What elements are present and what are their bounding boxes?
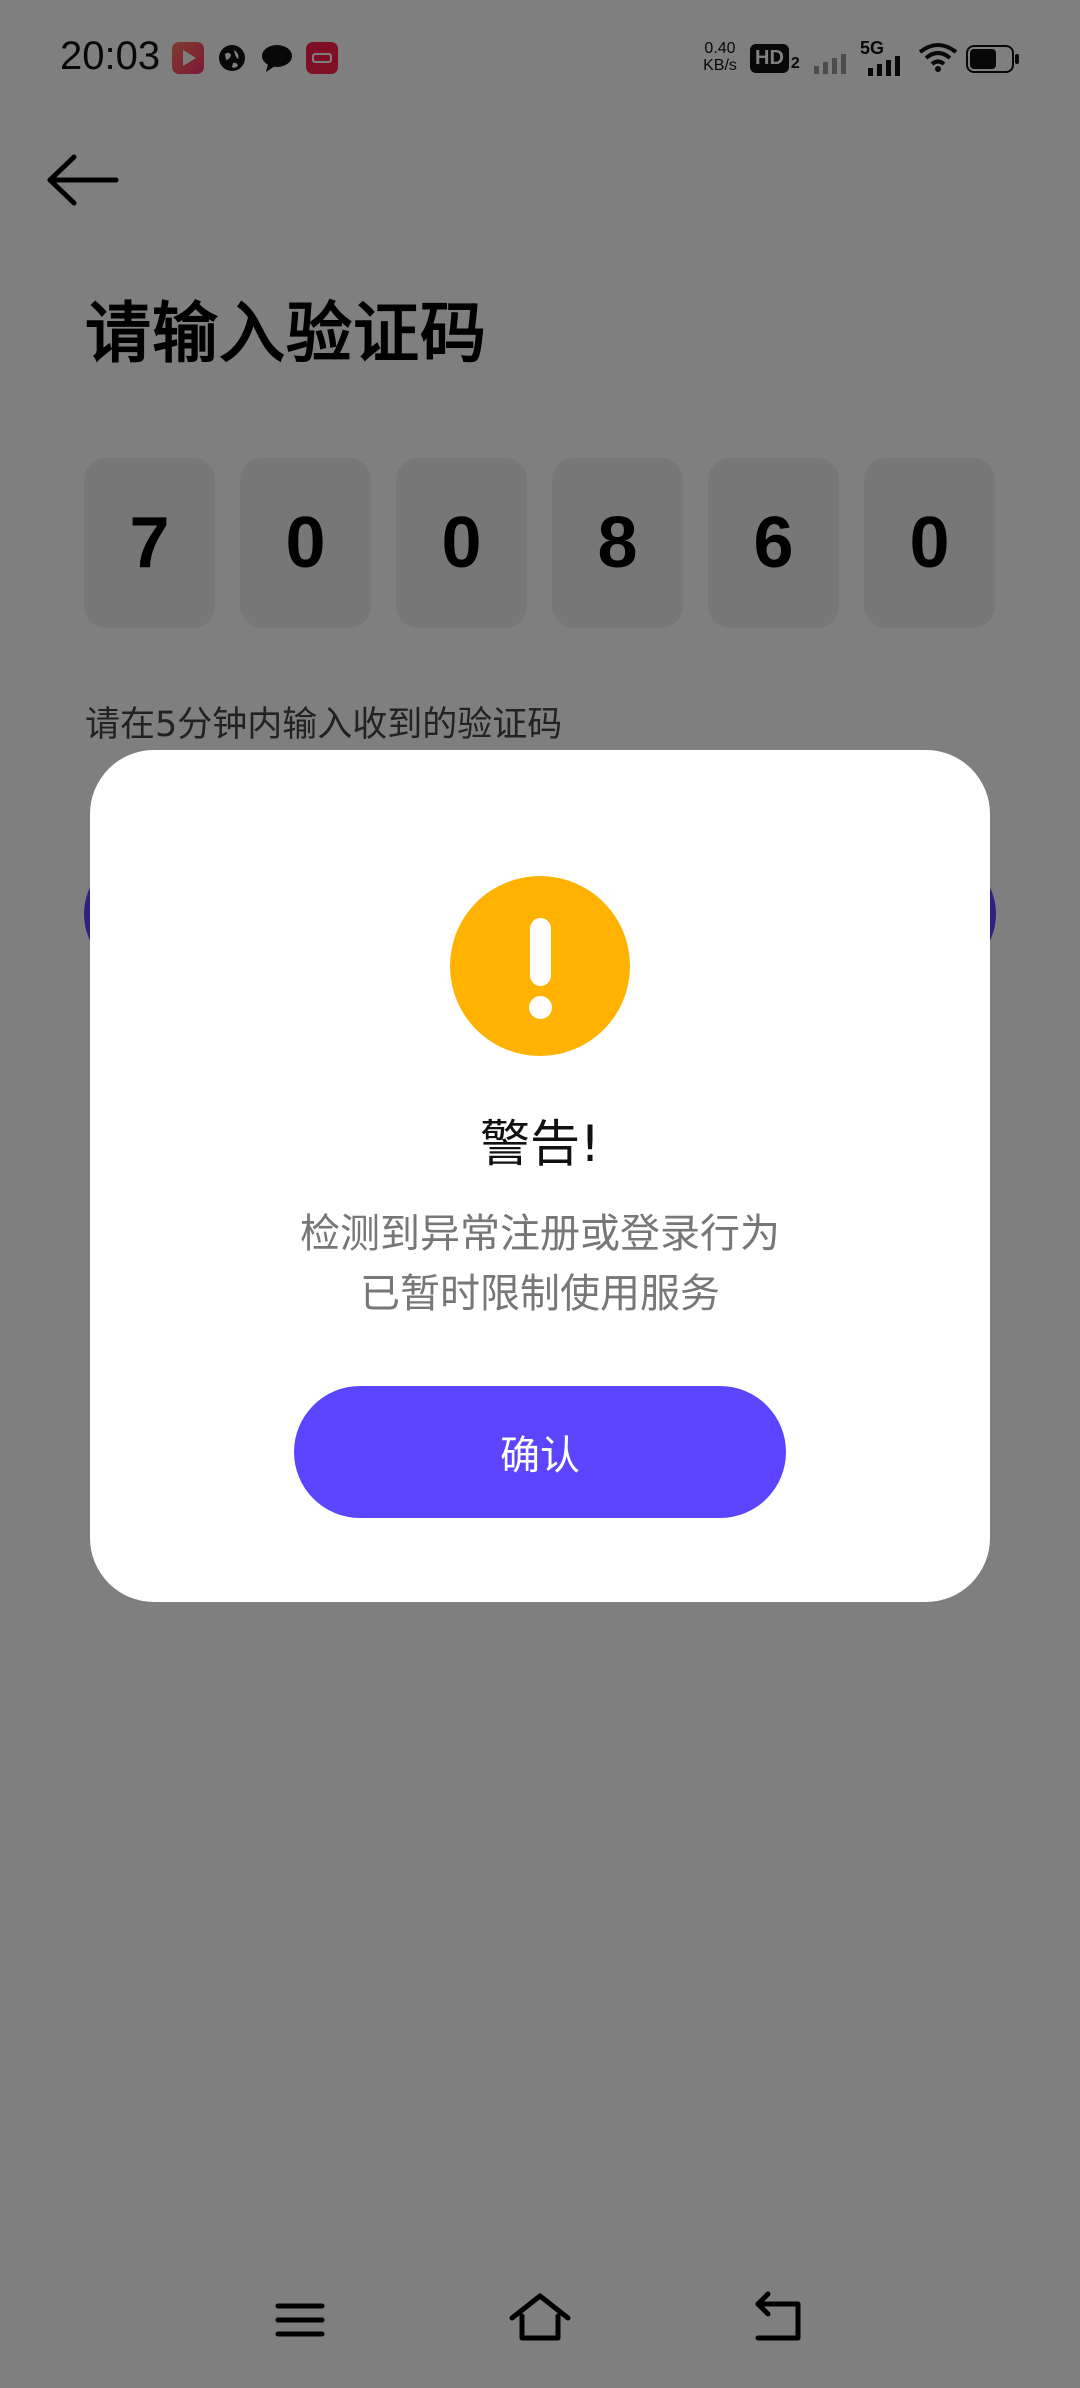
dialog-message-line: 检测到异常注册或登录行为 xyxy=(300,1211,780,1257)
warning-exclamation-dot xyxy=(529,996,552,1019)
warning-icon xyxy=(450,876,630,1056)
dialog-title: 警告! xyxy=(479,1115,601,1173)
dialog-message-line: 已暂时限制使用服务 xyxy=(360,1271,720,1317)
warning-exclamation-bar xyxy=(530,918,551,986)
warning-dialog: 警告! 检测到异常注册或登录行为 已暂时限制使用服务 确认 xyxy=(90,750,990,1602)
dialog-message: 检测到异常注册或登录行为 已暂时限制使用服务 xyxy=(90,1204,990,1324)
confirm-button[interactable]: 确认 xyxy=(294,1386,786,1518)
